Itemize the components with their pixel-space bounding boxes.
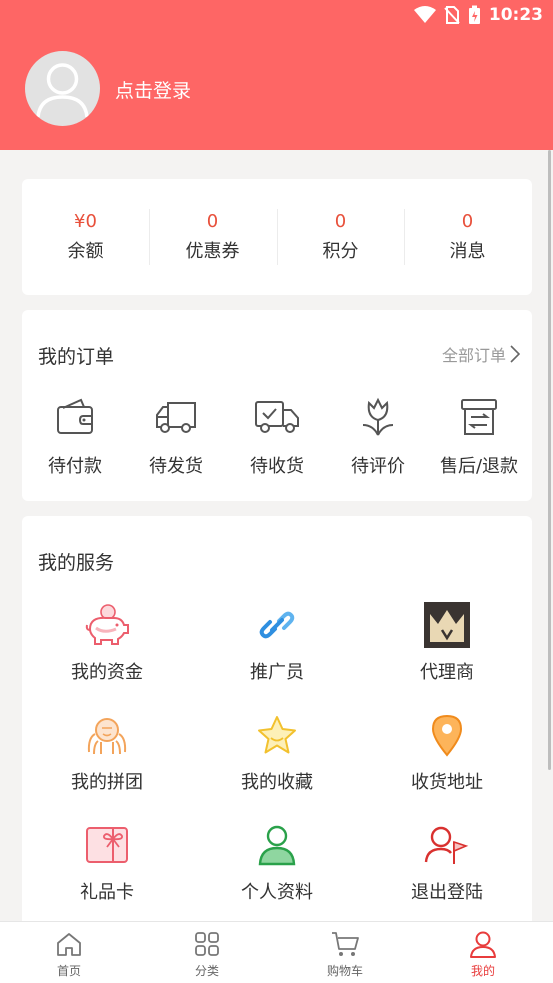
service-label: 我的收藏 <box>241 772 313 793</box>
gift-card-icon <box>86 827 128 863</box>
stat-label: 消息 <box>449 241 486 262</box>
group-icon <box>87 718 127 755</box>
order-label: 待发货 <box>149 456 203 477</box>
service-label: 我的资金 <box>71 662 143 683</box>
profile-header: 10:23 点击登录 <box>0 0 553 150</box>
wifi-icon <box>413 6 436 23</box>
account-stats-card: ¥0 余额 0 优惠券 0 积分 0 消息 <box>22 179 532 295</box>
stat-messages[interactable]: 0 消息 <box>404 209 531 263</box>
tab-label: 我的 <box>470 964 495 978</box>
stat-value: 0 <box>206 211 219 232</box>
delivery-check-icon <box>255 401 299 433</box>
service-my-funds[interactable]: 我的资金 <box>22 602 192 684</box>
bottom-tab-bar: 首页 分类 购物车 我的 <box>0 921 553 983</box>
service-label: 收货地址 <box>411 772 483 793</box>
order-label: 待收货 <box>250 456 304 477</box>
tab-cart[interactable]: 购物车 <box>305 930 385 979</box>
service-label: 代理商 <box>420 662 474 683</box>
piggy-bank-icon <box>85 604 129 645</box>
stat-value: 0 <box>461 211 474 232</box>
tab-mine[interactable]: 我的 <box>443 930 523 979</box>
user-icon <box>470 931 496 958</box>
order-after-sales[interactable]: 售后/退款 <box>428 396 530 478</box>
order-pending-receipt[interactable]: 待收货 <box>226 396 328 478</box>
status-time: 10:23 <box>488 5 543 25</box>
tab-home[interactable]: 首页 <box>29 930 109 979</box>
all-orders-link[interactable]: 全部订单 <box>442 342 520 366</box>
service-agent[interactable]: 代理商 <box>362 602 532 684</box>
person-icon <box>258 825 296 866</box>
battery-charging-icon <box>468 5 480 24</box>
section-title: 我的服务 <box>38 552 115 574</box>
order-label: 待付款 <box>48 456 102 477</box>
stat-coupons[interactable]: 0 优惠券 <box>149 209 276 263</box>
logout-user-icon <box>424 826 469 864</box>
my-services-card: 我的服务 我的资金 推广员 代理商 我的拼团 我的收藏 收货地址 礼品卡 个人资… <box>22 516 532 936</box>
service-gift-card[interactable]: 礼品卡 <box>22 822 192 904</box>
my-orders-card: 我的订单 全部订单 待付款 待发货 待收货 待评价 售后/退款 <box>22 310 532 501</box>
tulip-icon <box>362 397 394 436</box>
service-label: 礼品卡 <box>80 882 134 903</box>
return-box-icon <box>461 399 497 435</box>
status-bar: 10:23 <box>0 0 553 32</box>
service-logout[interactable]: 退出登陆 <box>362 822 532 904</box>
stat-label: 余额 <box>67 241 104 262</box>
service-promoter[interactable]: 推广员 <box>192 602 362 684</box>
stat-balance[interactable]: ¥0 余额 <box>22 209 149 263</box>
stat-value: 0 <box>334 211 347 232</box>
chevron-right-icon <box>510 345 520 363</box>
stat-value: ¥0 <box>74 211 97 232</box>
order-pending-shipment[interactable]: 待发货 <box>125 396 227 478</box>
scrollbar[interactable] <box>548 150 551 770</box>
login-link[interactable]: 点击登录 <box>115 76 191 103</box>
truck-icon <box>156 402 196 433</box>
section-title: 我的订单 <box>38 346 115 368</box>
star-icon <box>258 716 296 754</box>
service-label: 推广员 <box>250 662 304 683</box>
service-label: 退出登陆 <box>411 882 483 903</box>
tab-label: 分类 <box>194 964 219 978</box>
no-sim-icon <box>444 6 460 24</box>
service-my-favorites[interactable]: 我的收藏 <box>192 712 362 794</box>
service-label: 我的拼团 <box>71 772 143 793</box>
service-label: 个人资料 <box>241 882 313 903</box>
grid-icon <box>195 932 219 956</box>
link-icon <box>259 611 295 639</box>
stat-points[interactable]: 0 积分 <box>277 209 404 263</box>
cart-icon <box>332 932 359 956</box>
stat-label: 积分 <box>322 241 359 262</box>
stat-label: 优惠券 <box>185 241 240 262</box>
location-pin-icon <box>431 714 463 757</box>
service-my-group-buy[interactable]: 我的拼团 <box>22 712 192 794</box>
order-label: 售后/退款 <box>439 456 519 477</box>
avatar[interactable] <box>25 51 100 126</box>
order-label: 待评价 <box>351 456 405 477</box>
tab-label: 首页 <box>56 964 81 978</box>
service-profile[interactable]: 个人资料 <box>192 822 362 904</box>
tab-category[interactable]: 分类 <box>167 930 247 979</box>
service-shipping-address[interactable]: 收货地址 <box>362 712 532 794</box>
tab-label: 购物车 <box>326 964 363 978</box>
wallet-icon <box>57 398 93 434</box>
order-pending-review[interactable]: 待评价 <box>327 396 429 478</box>
home-icon <box>57 933 81 956</box>
order-pending-payment[interactable]: 待付款 <box>24 396 126 478</box>
all-orders-label: 全部订单 <box>441 346 506 365</box>
user-avatar-icon <box>36 63 89 118</box>
crown-icon <box>424 602 470 648</box>
